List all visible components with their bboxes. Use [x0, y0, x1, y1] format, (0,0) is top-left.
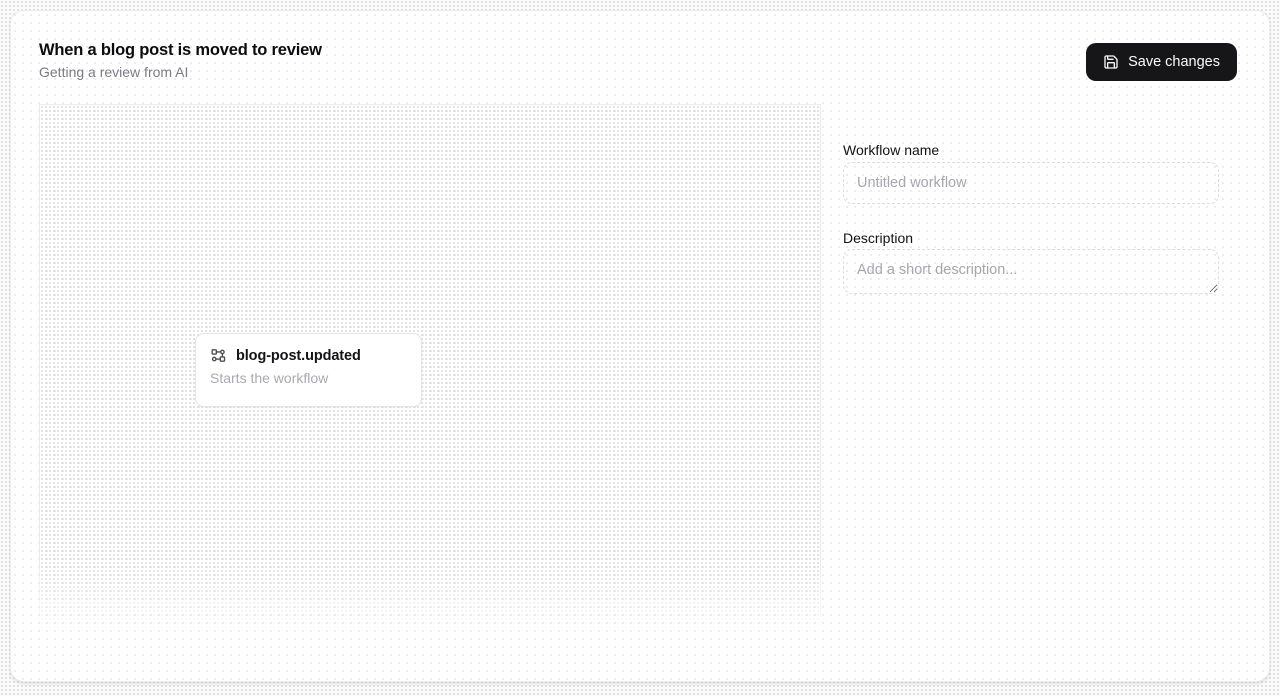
page-title: When a blog post is moved to review	[39, 41, 322, 60]
page-subtitle: Getting a review from AI	[39, 64, 322, 80]
workflow-canvas[interactable]: blog-post.updated Starts the workflow	[39, 104, 821, 641]
header: When a blog post is moved to review Gett…	[39, 41, 322, 80]
workflow-name-label: Workflow name	[843, 142, 939, 158]
trigger-node-header: blog-post.updated	[210, 347, 407, 364]
description-textarea[interactable]	[843, 249, 1219, 294]
trigger-node-card[interactable]: blog-post.updated Starts the workflow	[195, 333, 422, 407]
app-card: When a blog post is moved to review Gett…	[10, 10, 1270, 682]
description-label: Description	[843, 230, 913, 246]
save-icon	[1103, 54, 1119, 70]
save-button-label: Save changes	[1128, 54, 1220, 70]
workflow-trigger-icon	[210, 347, 227, 364]
workflow-name-input[interactable]	[843, 162, 1219, 204]
save-changes-button[interactable]: Save changes	[1086, 43, 1237, 81]
node-title: blog-post.updated	[236, 348, 361, 364]
node-subtitle: Starts the workflow	[210, 370, 407, 386]
